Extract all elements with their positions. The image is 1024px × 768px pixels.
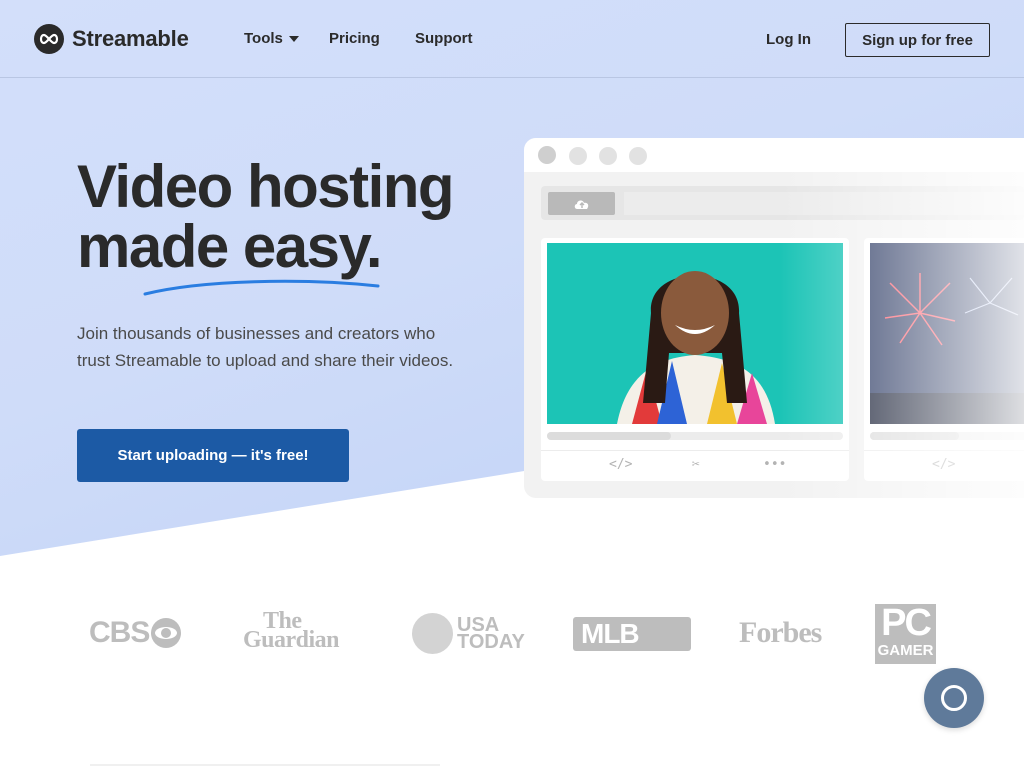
caret-down-icon bbox=[288, 35, 299, 42]
cbs-eye-icon bbox=[151, 618, 182, 648]
video-progress-bar bbox=[547, 432, 843, 440]
usa-today-circle-icon bbox=[412, 613, 453, 654]
guardian-logo-line-2: Guardian bbox=[243, 627, 340, 653]
card-divider bbox=[541, 450, 849, 451]
headline-line-1: Video hosting bbox=[77, 153, 455, 220]
video-progress-bar bbox=[870, 432, 1024, 440]
scissors-icon: ✂ bbox=[692, 457, 700, 472]
mlb-logo-text: MLB bbox=[581, 618, 640, 649]
section-divider bbox=[90, 764, 440, 766]
hero-subtext: Join thousands of businesses and creator… bbox=[77, 324, 454, 370]
mockup-logo-icon bbox=[538, 146, 556, 164]
headline-line-2: made easy. bbox=[77, 213, 383, 280]
embed-code-icon: </> bbox=[932, 457, 956, 472]
underline-swoosh bbox=[143, 279, 380, 296]
video-progress-fill bbox=[870, 432, 959, 440]
help-ring-icon bbox=[941, 685, 967, 711]
usa-today-logo: USA TODAY bbox=[412, 613, 525, 654]
mlb-logo: MLB bbox=[573, 617, 691, 651]
nav-support-link[interactable]: Support bbox=[415, 30, 473, 47]
more-options-icon: ••• bbox=[763, 457, 787, 472]
help-chat-button[interactable] bbox=[924, 668, 984, 728]
video-progress-fill bbox=[547, 432, 672, 440]
mockup-upload-button bbox=[548, 192, 615, 215]
forbes-logo: Forbes bbox=[739, 616, 822, 649]
window-dot-icon bbox=[629, 147, 647, 165]
nav-pricing-link[interactable]: Pricing bbox=[329, 30, 380, 47]
usa-today-line-2: TODAY bbox=[457, 630, 525, 653]
cbs-logo: CBS bbox=[89, 616, 182, 650]
cloud-upload-icon bbox=[574, 199, 588, 209]
logo-text: Streamable bbox=[72, 26, 189, 51]
window-dot-icon bbox=[599, 147, 617, 165]
window-dot-icon bbox=[569, 147, 587, 165]
streamable-logo[interactable]: Streamable bbox=[34, 24, 189, 54]
video-thumbnail-portrait bbox=[547, 243, 843, 424]
login-link[interactable]: Log In bbox=[766, 31, 811, 48]
pc-gamer-line-2: GAMER bbox=[875, 642, 936, 660]
cbs-logo-text: CBS bbox=[89, 616, 150, 649]
video-thumbnail-fireworks bbox=[870, 243, 1024, 424]
signup-button[interactable]: Sign up for free bbox=[845, 23, 990, 57]
nav-tools-menu[interactable]: Tools bbox=[244, 30, 299, 47]
app-mockup: </> ✂ ••• </> bbox=[524, 138, 1024, 498]
infinity-icon bbox=[34, 24, 64, 54]
mockup-url-input bbox=[624, 192, 1024, 215]
video-card: </> bbox=[864, 238, 1024, 481]
pc-gamer-logo: PC GAMER bbox=[875, 604, 936, 664]
hero-headline: Video hosting made easy. bbox=[77, 153, 455, 280]
usa-today-text: USA TODAY bbox=[457, 615, 525, 653]
video-card: </> ✂ ••• bbox=[541, 238, 849, 481]
guardian-logo: The Guardian bbox=[243, 609, 340, 653]
nav-tools-label: Tools bbox=[244, 30, 283, 47]
embed-code-icon: </> bbox=[609, 457, 633, 472]
pc-gamer-line-1: PC bbox=[881, 602, 932, 644]
mockup-titlebar bbox=[524, 138, 1024, 172]
card-divider bbox=[864, 450, 1024, 451]
site-header: Streamable Tools Pricing Support Log In … bbox=[0, 0, 1024, 78]
start-uploading-button[interactable]: Start uploading — it's free! bbox=[77, 429, 349, 482]
